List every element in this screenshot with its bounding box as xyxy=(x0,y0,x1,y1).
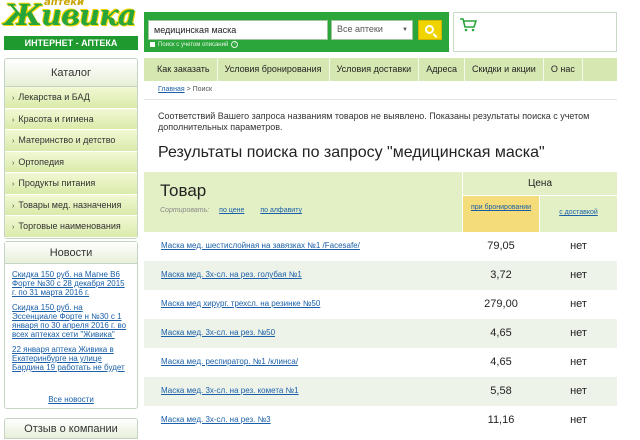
product-link[interactable]: Маска мед. 3х-сл. на рез. №50 xyxy=(161,328,275,337)
price-delivery-header[interactable]: с доставкой xyxy=(540,196,617,232)
catalog-menu: Каталог › Лекарства и БАД › Красота и гиги… xyxy=(4,58,138,239)
product-header-label: Товар xyxy=(160,181,207,200)
catalog-item-label: Торговые наименования xyxy=(18,221,121,231)
product-price: 279,00 xyxy=(484,298,518,310)
divider xyxy=(144,99,617,100)
product-link[interactable]: Маска мед. 3х-сл. на рез. №3 xyxy=(161,415,271,424)
help-icon[interactable]: ? xyxy=(231,41,239,48)
price-reserve-label: при бронировании xyxy=(470,204,532,211)
price-delivery-label: с доставкой xyxy=(559,209,598,216)
catalog-item-label: Лекарства и БАД xyxy=(18,92,90,102)
news-title: Новости xyxy=(5,242,137,264)
catalog-title: Каталог xyxy=(5,59,137,87)
catalog-item-label: Товары мед. назначения xyxy=(18,199,122,210)
cart-panel[interactable] xyxy=(453,12,617,52)
sort-by-price-link[interactable]: по цене xyxy=(219,207,244,214)
nav-discounts[interactable]: Скидки и акции xyxy=(465,58,544,81)
pharmacy-select-value: Все аптеки xyxy=(337,24,383,34)
search-notice: Соответствий Вашего запроса названиям то… xyxy=(158,111,590,132)
all-news-link[interactable]: Все новости xyxy=(5,395,137,404)
logo-subtitle: аптеки xyxy=(44,0,85,8)
page-title: Результаты поиска по запросу "медицинска… xyxy=(158,144,545,161)
catalog-item[interactable]: › Материнство и детство xyxy=(5,130,137,152)
news-item[interactable]: Скидка 150 руб. на Эссенциале Форте н №3… xyxy=(5,303,137,339)
search-button[interactable] xyxy=(418,20,442,40)
product-delivery: нет xyxy=(570,385,587,397)
breadcrumb-current: Поиск xyxy=(192,86,213,93)
catalog-item[interactable]: › Продукты питания xyxy=(5,173,137,195)
product-delivery: нет xyxy=(570,356,587,368)
product-delivery: нет xyxy=(570,240,587,252)
catalog-item[interactable]: › Красота и гигиена xyxy=(5,108,137,130)
product-delivery: нет xyxy=(570,298,587,310)
nav-delivery-terms[interactable]: Условия доставки xyxy=(330,58,420,81)
sort-by-alpha-link[interactable]: по алфавиту xyxy=(260,207,302,214)
search-panel: Все аптеки ▼ Поиск с учетом описаний ? xyxy=(144,12,449,52)
table-row: Маска мед хирург. трехсл. на резинке №50… xyxy=(144,290,617,319)
product-link[interactable]: Маска мед. шестислойная на завязках №1 /… xyxy=(161,241,360,250)
pharmacy-select[interactable]: Все аптеки ▼ xyxy=(331,20,413,40)
company-review-button[interactable]: Отзыв о компании xyxy=(4,418,138,439)
table-row: Маска мед. 3х-сл. на рез. голубая №1 3,7… xyxy=(144,261,617,290)
search-descriptions-checkbox[interactable] xyxy=(150,42,155,47)
logo[interactable]: Живика аптеки xyxy=(4,0,138,34)
catalog-item-label: Ортопедия xyxy=(18,156,65,167)
nav-addresses[interactable]: Адреса xyxy=(419,58,465,81)
price-header: Цена xyxy=(463,172,617,195)
product-price: 4,65 xyxy=(490,327,512,339)
search-option-label: Поиск с учетом описаний xyxy=(158,41,229,48)
product-link[interactable]: Маска мед хирург. трехсл. на резинке №50 xyxy=(161,299,320,308)
nav-about[interactable]: О нас xyxy=(544,58,583,81)
product-price: 11,16 xyxy=(487,414,515,426)
product-link[interactable]: Маска мед. 3х-сл. на рез. комета №1 xyxy=(161,386,299,395)
product-price: 5,58 xyxy=(490,385,512,397)
chevron-right-icon: › xyxy=(12,159,15,167)
nav-how-to-order[interactable]: Как заказать xyxy=(144,58,218,81)
sort-controls: Сортировать: по цене по алфавиту xyxy=(160,207,316,214)
product-price: 3,72 xyxy=(490,269,512,281)
chevron-right-icon: › xyxy=(12,138,15,145)
product-delivery: нет xyxy=(570,327,587,339)
product-delivery: нет xyxy=(570,269,587,281)
news-item[interactable]: 22 января аптека Живика в Екатеринбурге … xyxy=(5,345,137,372)
search-icon xyxy=(424,24,434,34)
chevron-right-icon: › xyxy=(12,202,15,210)
chevron-right-icon: › xyxy=(12,95,15,102)
news-panel: Новости Скидка 150 руб. на Магне В6 Форт… xyxy=(4,241,138,409)
breadcrumb: Главная > Поиск xyxy=(158,86,212,93)
product-link[interactable]: Маска мед. 3х-сл. на рез. голубая №1 xyxy=(161,270,302,279)
logo-tagline: ИНТЕРНЕТ - АПТЕКА xyxy=(4,36,138,50)
catalog-item[interactable]: › Лекарства и БАД xyxy=(5,87,137,109)
breadcrumb-separator: > xyxy=(184,86,193,93)
cart-icon xyxy=(460,18,477,32)
product-price: 79,05 xyxy=(487,240,515,252)
main-nav: Как заказать Условия бронирования Услови… xyxy=(144,58,617,81)
chevron-right-icon: › xyxy=(12,224,15,231)
catalog-item[interactable]: › Торговые наименования xyxy=(5,216,137,238)
price-reserve-header[interactable]: при бронировании xyxy=(463,196,539,232)
table-row: Маска мед. респиратор. №1 /клинса/ 4,65 … xyxy=(144,348,617,377)
table-row: Маска мед. 3х-сл. на рез. комета №1 5,58… xyxy=(144,377,617,406)
product-price: 4,65 xyxy=(490,356,512,368)
catalog-item[interactable]: › Товары мед. назначения xyxy=(5,194,137,216)
product-link[interactable]: Маска мед. респиратор. №1 /клинса/ xyxy=(161,357,298,366)
product-delivery: нет xyxy=(570,414,587,426)
catalog-item[interactable]: › Ортопедия xyxy=(5,151,137,173)
table-row: Маска мед. шестислойная на завязках №1 /… xyxy=(144,232,617,261)
chevron-right-icon: › xyxy=(12,116,15,124)
table-row: Маска мед. 3х-сл. на рез. №3 11,16 нет xyxy=(144,406,617,435)
search-input[interactable] xyxy=(148,20,328,40)
catalog-item-label: Красота и гигиена xyxy=(18,113,94,124)
nav-reservation-terms[interactable]: Условия бронирования xyxy=(218,58,330,81)
chevron-down-icon: ▼ xyxy=(402,27,408,33)
catalog-item-label: Материнство и детство xyxy=(18,135,116,145)
news-item[interactable]: Скидка 150 руб. на Магне В6 Форте №30 с … xyxy=(5,270,137,297)
table-row: Маска мед. 3х-сл. на рез. №50 4,65 нет xyxy=(144,319,617,348)
search-option: Поиск с учетом описаний ? xyxy=(150,41,239,48)
sort-label: Сортировать: xyxy=(160,207,210,214)
chevron-right-icon: › xyxy=(12,181,15,188)
catalog-item-label: Продукты питания xyxy=(18,178,96,188)
breadcrumb-home[interactable]: Главная xyxy=(158,86,185,93)
